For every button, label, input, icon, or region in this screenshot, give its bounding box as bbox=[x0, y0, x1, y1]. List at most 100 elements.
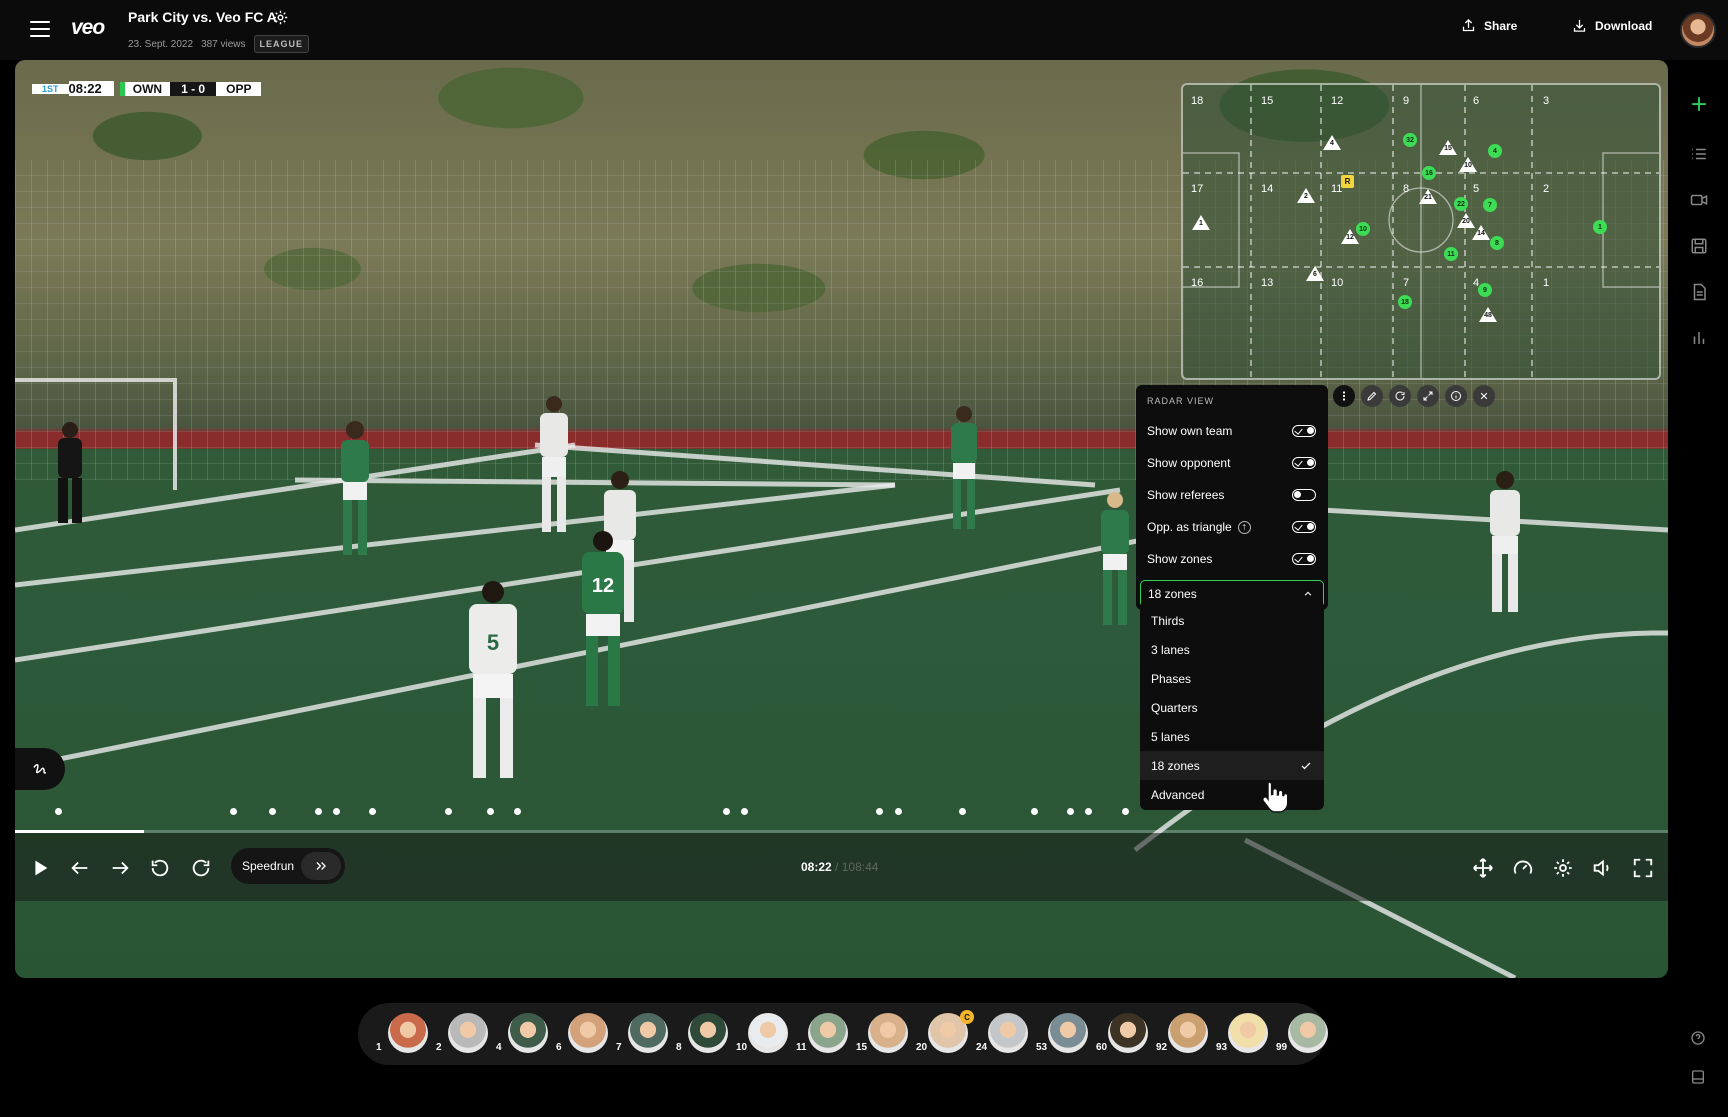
player-avatar[interactable] bbox=[748, 1013, 788, 1053]
pen-icon[interactable] bbox=[1361, 385, 1383, 407]
timeline-event-marker[interactable] bbox=[487, 808, 494, 815]
toggle-switch[interactable] bbox=[1292, 457, 1316, 469]
radar-opponent-player[interactable]: 6 bbox=[1306, 266, 1324, 281]
radar-own-player[interactable]: 7 bbox=[1483, 198, 1497, 212]
zone-option[interactable]: Phases bbox=[1140, 664, 1324, 693]
timeline-event-marker[interactable] bbox=[1067, 808, 1074, 815]
radar-opponent-player[interactable]: 2 bbox=[1297, 188, 1315, 203]
radar-referee[interactable]: R bbox=[1341, 175, 1354, 188]
radar-opponent-player[interactable]: 48 bbox=[1479, 307, 1497, 322]
move-icon[interactable] bbox=[1472, 857, 1494, 879]
book-icon[interactable] bbox=[1690, 1069, 1706, 1085]
zone-option[interactable]: Thirds bbox=[1140, 606, 1324, 635]
timeline-event-marker[interactable] bbox=[230, 808, 237, 815]
zone-option[interactable]: 5 lanes bbox=[1140, 722, 1324, 751]
player-avatar[interactable] bbox=[1228, 1013, 1268, 1053]
player-avatar[interactable] bbox=[988, 1013, 1028, 1053]
toggle-switch[interactable] bbox=[1292, 521, 1316, 533]
timeline-event-marker[interactable] bbox=[55, 808, 62, 815]
fullscreen-icon[interactable] bbox=[1632, 857, 1654, 879]
radar-own-player[interactable]: 11 bbox=[1444, 247, 1458, 261]
player-avatar[interactable] bbox=[1168, 1013, 1208, 1053]
player-avatar[interactable] bbox=[388, 1013, 428, 1053]
radar-own-player[interactable]: 8 bbox=[1490, 236, 1504, 250]
video-player[interactable]: 12 5 1ST 08:22 OWN 1 - 0 OPP 18 15 12 9 … bbox=[15, 60, 1668, 978]
player-avatar[interactable] bbox=[868, 1013, 908, 1053]
expand-icon[interactable] bbox=[1417, 385, 1439, 407]
add-icon[interactable] bbox=[1690, 95, 1708, 113]
speed-gauge-icon[interactable] bbox=[1512, 857, 1534, 879]
player-avatar[interactable] bbox=[448, 1013, 488, 1053]
player-avatar[interactable] bbox=[508, 1013, 548, 1053]
download-button[interactable]: Download bbox=[1572, 18, 1652, 33]
play-icon[interactable] bbox=[29, 857, 51, 879]
timeline-event-marker[interactable] bbox=[723, 808, 730, 815]
drawing-tool-button[interactable] bbox=[15, 748, 65, 790]
speedrun-toggle[interactable]: Speedrun bbox=[231, 848, 345, 884]
volume-icon[interactable] bbox=[1591, 857, 1613, 879]
help-icon[interactable] bbox=[1690, 1030, 1706, 1046]
radar-opponent-player[interactable]: 15 bbox=[1439, 140, 1457, 155]
timeline-event-marker[interactable] bbox=[369, 808, 376, 815]
timeline-event-marker[interactable] bbox=[445, 808, 452, 815]
radar-own-player[interactable]: 32 bbox=[1403, 133, 1417, 147]
timeline-event-marker[interactable] bbox=[1122, 808, 1129, 815]
list-icon[interactable] bbox=[1690, 145, 1708, 163]
player-avatar[interactable] bbox=[1048, 1013, 1088, 1053]
toggle-switch[interactable] bbox=[1292, 425, 1316, 437]
zone-option[interactable]: 18 zones bbox=[1140, 751, 1324, 780]
zone-option[interactable]: Quarters bbox=[1140, 693, 1324, 722]
radar-own-player[interactable]: 16 bbox=[1422, 166, 1436, 180]
info-icon[interactable]: † bbox=[1237, 520, 1251, 534]
arrow-left-icon[interactable] bbox=[69, 857, 91, 879]
document-icon[interactable] bbox=[1690, 283, 1708, 301]
timeline-event-marker[interactable] bbox=[1031, 808, 1038, 815]
stats-icon[interactable] bbox=[1690, 329, 1708, 347]
settings-icon[interactable] bbox=[1552, 857, 1574, 879]
radar-own-player[interactable]: 9 bbox=[1478, 283, 1492, 297]
player-avatar[interactable] bbox=[1288, 1013, 1328, 1053]
gear-icon[interactable] bbox=[272, 9, 289, 26]
timeline-event-marker[interactable] bbox=[315, 808, 322, 815]
timeline-event-marker[interactable] bbox=[1085, 808, 1092, 815]
menu-icon[interactable] bbox=[30, 21, 50, 37]
toggle-switch[interactable] bbox=[1292, 553, 1316, 565]
radar-own-player[interactable]: 1 bbox=[1593, 220, 1607, 234]
zone-option[interactable]: 3 lanes bbox=[1140, 635, 1324, 664]
radar-toggle-row[interactable]: Show referees bbox=[1136, 479, 1328, 511]
speedrun-switch[interactable] bbox=[301, 852, 341, 880]
close-icon[interactable] bbox=[1473, 385, 1495, 407]
radar-opponent-player[interactable]: 10 bbox=[1459, 157, 1477, 172]
arrow-right-icon[interactable] bbox=[109, 857, 131, 879]
save-icon[interactable] bbox=[1690, 237, 1708, 255]
timeline-event-marker[interactable] bbox=[876, 808, 883, 815]
radar-own-player[interactable]: 18 bbox=[1398, 295, 1412, 309]
radar-toggle-row[interactable]: Opp. as triangle † bbox=[1136, 511, 1328, 543]
zone-option[interactable]: Advanced bbox=[1140, 780, 1324, 809]
user-avatar[interactable] bbox=[1680, 12, 1716, 48]
player-avatar[interactable] bbox=[568, 1013, 608, 1053]
refresh-icon[interactable] bbox=[1389, 385, 1411, 407]
timeline-event-marker[interactable] bbox=[741, 808, 748, 815]
player-avatar[interactable] bbox=[688, 1013, 728, 1053]
radar-opponent-player[interactable]: 4 bbox=[1323, 135, 1341, 150]
player-avatar[interactable] bbox=[808, 1013, 848, 1053]
radar-toggle-row[interactable]: Show zones bbox=[1136, 543, 1328, 575]
video-camera-icon[interactable] bbox=[1690, 191, 1708, 209]
toggle-switch[interactable] bbox=[1292, 489, 1316, 501]
radar-opponent-player[interactable]: 1 bbox=[1192, 215, 1210, 230]
player-avatar[interactable] bbox=[628, 1013, 668, 1053]
rewind-icon[interactable] bbox=[149, 857, 171, 879]
radar-toggle-row[interactable]: Show opponent bbox=[1136, 447, 1328, 479]
timeline-event-marker[interactable] bbox=[269, 808, 276, 815]
info-icon[interactable] bbox=[1445, 385, 1467, 407]
timeline-event-marker[interactable] bbox=[333, 808, 340, 815]
player-avatar[interactable] bbox=[1108, 1013, 1148, 1053]
radar-toggle-row[interactable]: Show own team bbox=[1136, 415, 1328, 447]
timeline-event-marker[interactable] bbox=[895, 808, 902, 815]
radar-own-player[interactable]: 4 bbox=[1488, 144, 1502, 158]
radar-opponent-player[interactable]: 12 bbox=[1341, 229, 1359, 244]
radar-own-player[interactable]: 22 bbox=[1454, 197, 1468, 211]
forward-icon[interactable] bbox=[190, 857, 212, 879]
radar-minimap[interactable]: 18 15 12 9 6 3 17 14 11 8 5 2 16 13 10 7 4 1 32 16 4 22 7 10 11… bbox=[1181, 83, 1661, 380]
